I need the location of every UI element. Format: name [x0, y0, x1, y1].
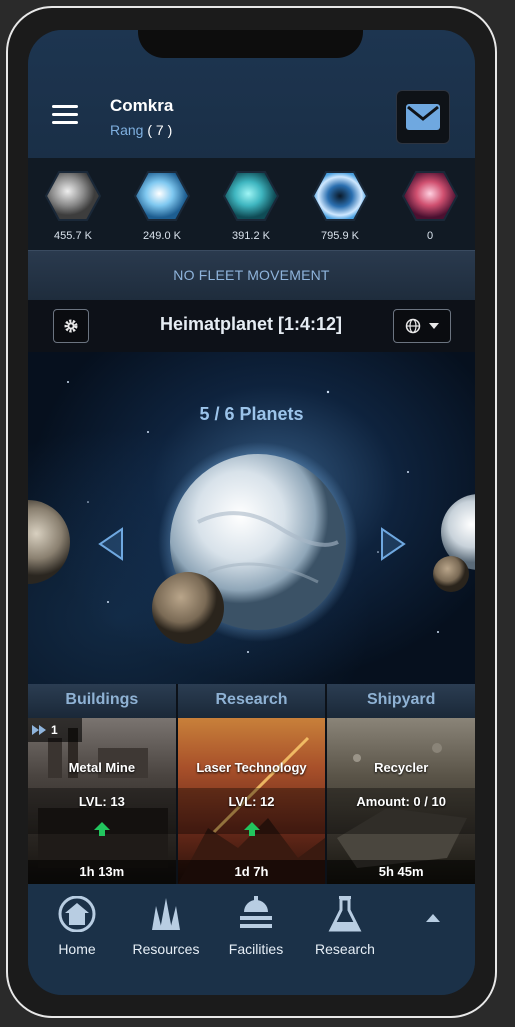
card-timer: 5h 45m — [327, 860, 475, 884]
resources-icon — [152, 898, 180, 930]
upgrade-arrow-icon — [243, 822, 260, 836]
resource-metal[interactable]: 455.7 K — [38, 170, 108, 242]
nav-research[interactable]: Research — [305, 896, 385, 957]
nav-label: Facilities — [228, 941, 284, 957]
facilities-icon — [240, 896, 272, 928]
resource-value: 0 — [426, 230, 434, 242]
mail-button[interactable] — [396, 90, 450, 144]
energy-icon — [311, 171, 369, 221]
crystal-icon — [133, 171, 191, 221]
card-shipyard[interactable]: Recycler Amount: 0 / 10 5h 45m — [327, 718, 475, 884]
nav-resources[interactable]: Resources — [126, 896, 206, 957]
next-planet-image[interactable] — [433, 492, 475, 612]
upgrade-arrow-icon — [93, 822, 110, 836]
player-rank: Rang ( 7 ) — [110, 122, 172, 138]
card-title: Laser Technology — [196, 760, 307, 775]
resource-energy[interactable]: 795.9 K — [305, 170, 375, 242]
caret-up-icon[interactable] — [426, 914, 440, 922]
planet-count: 5 / 6 Planets — [199, 404, 304, 424]
current-planet-image[interactable] — [148, 432, 368, 652]
resource-deuterium[interactable]: 391.2 K — [216, 170, 286, 242]
globe-icon — [405, 318, 421, 334]
nav-facilities[interactable]: Facilities — [216, 896, 296, 957]
device-notch — [138, 30, 363, 58]
metal-icon — [44, 171, 102, 221]
rank-label: Rang — [110, 122, 144, 138]
tab-research[interactable]: Research — [177, 684, 328, 718]
construction-cards: 1 Metal Mine LVL: 13 1h 13m Laser Techno… — [28, 718, 475, 884]
rank-value: ( 7 ) — [147, 122, 173, 138]
chevron-left-icon[interactable] — [94, 527, 128, 561]
resource-crystal[interactable]: 249.0 K — [127, 170, 197, 242]
planet-settings-button[interactable] — [53, 309, 89, 343]
resource-value: 391.2 K — [232, 230, 270, 242]
nav-label: Home — [58, 941, 96, 957]
home-icon — [58, 895, 96, 933]
research-icon — [328, 896, 362, 932]
tab-buildings[interactable]: Buildings — [28, 684, 178, 718]
nav-label: Resources — [132, 941, 200, 957]
resource-value: 795.9 K — [321, 230, 359, 242]
resource-value: 455.7 K — [54, 230, 92, 242]
player-name: Comkra — [110, 96, 174, 115]
resource-dark-matter[interactable]: 0 — [395, 170, 465, 242]
card-timer: 1d 7h — [177, 860, 326, 884]
planet-name: Heimatplanet [1:4:12] — [159, 314, 343, 334]
card-timer: 1h 13m — [28, 860, 176, 884]
prev-planet-image[interactable] — [28, 492, 70, 592]
nav-home[interactable]: Home — [37, 895, 117, 957]
card-buildings[interactable]: 1 Metal Mine LVL: 13 1h 13m — [28, 718, 178, 884]
tab-shipyard[interactable]: Shipyard — [327, 684, 475, 718]
card-amount: Amount: 0 / 10 — [327, 788, 475, 834]
bottom-nav: Home Resources Facilities Research — [28, 884, 475, 995]
card-title: Metal Mine — [68, 760, 136, 775]
gear-icon — [64, 319, 78, 333]
nav-label: Research — [315, 941, 375, 957]
chevron-right-icon[interactable] — [376, 527, 410, 561]
planet-selector-bar: Heimatplanet [1:4:12] — [28, 300, 475, 352]
card-title: Recycler — [374, 760, 429, 775]
upgrade-arrow-wrapper — [178, 822, 326, 841]
deuterium-icon — [222, 171, 280, 221]
planet-switch-dropdown[interactable] — [393, 309, 451, 343]
caret-down-icon — [429, 323, 439, 329]
hamburger-menu-icon[interactable] — [52, 105, 78, 125]
construction-tabs: Buildings Research Shipyard — [28, 684, 475, 718]
resource-bar: 455.7 K 249.0 K 391.2 K 795.9 K 0 — [28, 158, 475, 250]
queue-count: 1 — [51, 723, 58, 737]
fast-forward-icon — [32, 725, 46, 735]
envelope-icon — [406, 104, 440, 130]
app-screen: Comkra Rang ( 7 ) 455.7 K 249.0 K 391.2 … — [28, 30, 475, 995]
upgrade-arrow-wrapper — [28, 822, 176, 841]
build-queue-badge[interactable]: 1 — [28, 718, 82, 742]
fleet-status-bar[interactable]: NO FLEET MOVEMENT — [28, 250, 475, 302]
dark-matter-icon — [401, 171, 459, 221]
planet-carousel: 5 / 6 Planets — [28, 352, 475, 684]
card-research[interactable]: Laser Technology LVL: 12 1d 7h — [177, 718, 328, 884]
resource-value: 249.0 K — [143, 230, 181, 242]
